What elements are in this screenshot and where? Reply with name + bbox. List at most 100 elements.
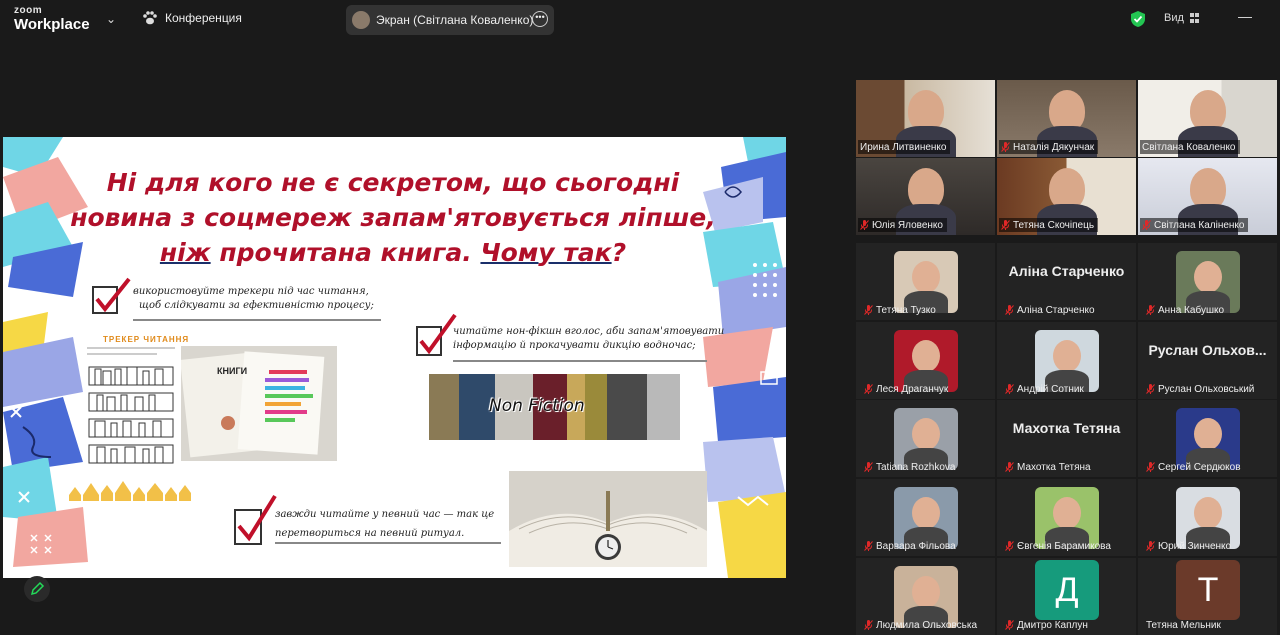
- participant-name: Юлія Яловенко: [872, 219, 943, 231]
- participant-name-label: Tatiana Rozhkova: [862, 460, 960, 474]
- participant-tile[interactable]: Тетяна Скочіпець: [997, 158, 1136, 235]
- participant-name-label: Аліна Старченко: [1003, 303, 1099, 317]
- mic-muted-icon: [1001, 220, 1010, 230]
- participant-name-label: Тетяна Мельник: [1144, 618, 1225, 632]
- participant-tile[interactable]: Ирина Литвиненко: [856, 80, 995, 157]
- tip-1-line-2: щоб слідкувати за ефективністю процесу;: [139, 300, 374, 311]
- participant-name: Світлана Коваленко: [1142, 141, 1236, 153]
- mic-muted-icon: [864, 620, 873, 630]
- tip-trackers: використовуйте трекери під час читання, …: [133, 285, 374, 313]
- shared-screen-slide: Ні для кого не є секретом, що сьогодні н…: [3, 137, 786, 578]
- participant-name: Тетяна Скочіпець: [1013, 219, 1095, 231]
- participant-tile[interactable]: Наталія Дякунчак: [997, 80, 1136, 157]
- participant-display-name: Махотка Тетяна: [1012, 420, 1121, 436]
- meeting-topbar: zoom Workplace ⌄ Конференция Экран (Світ…: [0, 0, 1280, 40]
- participant-name-label: Анна Кабушко: [1144, 303, 1228, 317]
- screen-share-pill[interactable]: Экран (Світлана Коваленко) •••: [346, 5, 554, 35]
- participant-tile[interactable]: Євгенія Барамикова: [997, 479, 1136, 556]
- participant-name: Леся Драганчук: [876, 383, 949, 395]
- share-label: Экран (Світлана Коваленко): [376, 13, 534, 27]
- participant-name: Варвара Фільова: [876, 540, 956, 552]
- book-label: КНИГИ: [217, 366, 248, 376]
- book-watch-image: [509, 471, 707, 567]
- mic-muted-icon: [1005, 384, 1014, 394]
- view-button[interactable]: Вид: [1164, 12, 1184, 24]
- participant-name-label: Світлана Коваленко: [1140, 140, 1240, 154]
- pencil-icon: [30, 581, 45, 596]
- mic-muted-icon: [1142, 220, 1151, 230]
- participant-name: Tatiana Rozhkova: [876, 461, 956, 473]
- tracker-title: ТРЕКЕР ЧИТАННЯ: [103, 335, 190, 344]
- tip-3-line-2: перетвориться на певний ритуал.: [275, 528, 465, 539]
- participant-name-label: Світлана Каліненко: [1140, 218, 1249, 232]
- mic-muted-icon: [1005, 541, 1014, 551]
- participant-tile[interactable]: Аліна Старченко Аліна Старченко: [997, 243, 1136, 320]
- participant-tile[interactable]: Анна Кабушко: [1138, 243, 1277, 320]
- participant-name-label: Дмитро Каплун: [1003, 618, 1092, 632]
- participant-gallery: Ирина Литвиненко Наталія Дякунчак Світлана…: [856, 80, 1278, 635]
- participant-tile[interactable]: Юлія Яловенко: [856, 158, 995, 235]
- tip-3-line-1: завжди читайте у певний час — так це: [275, 509, 495, 520]
- mic-muted-icon: [1005, 462, 1014, 472]
- zoom-logo: zoom Workplace: [14, 5, 90, 33]
- participant-tile[interactable]: Юрий Зинченко: [1138, 479, 1277, 556]
- participant-display-name: Аліна Старченко: [1008, 263, 1125, 279]
- mic-muted-icon: [1146, 462, 1155, 472]
- tip-2-line-1: читайте нон-фікшн вголос, аби запам'ятов…: [453, 326, 725, 337]
- title-part-5: ?: [611, 238, 627, 267]
- participant-tile[interactable]: Людмила Ольховська: [856, 558, 995, 635]
- more-options-icon[interactable]: •••: [532, 11, 548, 27]
- tip-2-underline: [453, 360, 707, 362]
- mic-muted-icon: [1146, 384, 1155, 394]
- logo-line2: Workplace: [14, 16, 90, 33]
- meeting-info-button[interactable]: Конференция: [142, 11, 242, 25]
- participant-name: Сергей Сердюков: [1158, 461, 1241, 473]
- participant-tile[interactable]: Сергей Сердюков: [1138, 400, 1277, 477]
- grid-view-icon[interactable]: [1190, 13, 1199, 23]
- participant-tile[interactable]: Д Дмитро Каплун: [997, 558, 1136, 635]
- participant-tile[interactable]: Тетяна Тузко: [856, 243, 995, 320]
- tip-1-underline: [133, 319, 381, 321]
- participant-name-label: Андрій Сотник: [1003, 382, 1088, 396]
- participant-tile[interactable]: Світлана Каліненко: [1138, 158, 1277, 235]
- participant-name: Ирина Литвиненко: [860, 141, 947, 153]
- participant-tile[interactable]: Махотка Тетяна Махотка Тетяна: [997, 400, 1136, 477]
- title-part-2: ніж: [159, 238, 211, 267]
- participant-name: Руслан Ольховський: [1158, 383, 1255, 395]
- security-shield-icon[interactable]: [1130, 10, 1146, 28]
- mic-muted-icon: [864, 462, 873, 472]
- title-part-1: Ні для кого не є секретом, що сьогодні н…: [70, 168, 716, 232]
- participant-name-label: Людмила Ольховська: [862, 618, 981, 632]
- nonfiction-label: Non Fiction: [489, 396, 585, 416]
- participant-tile[interactable]: Tatiana Rozhkova: [856, 400, 995, 477]
- annotate-pencil-button[interactable]: [24, 576, 50, 602]
- participant-initial-avatar: Т: [1176, 560, 1240, 620]
- book-tracker-photo: КНИГИ: [181, 346, 337, 461]
- participant-tile[interactable]: Т Тетяна Мельник: [1138, 558, 1277, 635]
- mic-muted-icon: [864, 305, 873, 315]
- participant-name-label: Юлія Яловенко: [858, 218, 947, 232]
- participant-name: Наталія Дякунчак: [1013, 141, 1095, 153]
- tip-2-line-2: інформацію й прокачувати дикцію водночас…: [453, 340, 696, 351]
- participant-name: Тетяна Мельник: [1146, 619, 1221, 631]
- logo-line1: zoom: [14, 5, 43, 16]
- mic-muted-icon: [864, 541, 873, 551]
- chevron-down-icon[interactable]: ⌄: [106, 12, 116, 26]
- participant-tile[interactable]: Варвара Фільова: [856, 479, 995, 556]
- participant-tile[interactable]: Леся Драганчук: [856, 322, 995, 399]
- title-part-4: Чому так: [480, 238, 612, 267]
- participant-tile[interactable]: Андрій Сотник: [997, 322, 1136, 399]
- participant-name-label: Леся Драганчук: [862, 382, 952, 396]
- tip-1-line-1: використовуйте трекери під час читання,: [133, 286, 369, 297]
- participant-tile[interactable]: Руслан Ольхов... Руслан Ольховський: [1138, 322, 1277, 399]
- participant-tile[interactable]: Світлана Коваленко: [1138, 80, 1277, 157]
- participant-name-label: Тетяна Скочіпець: [999, 218, 1099, 232]
- minimize-button[interactable]: —: [1238, 8, 1252, 24]
- participant-name-label: Варвара Фільова: [862, 539, 960, 553]
- participant-name: Андрій Сотник: [1017, 383, 1084, 395]
- participant-name: Аліна Старченко: [1017, 304, 1095, 316]
- participant-name-label: Сергей Сердюков: [1144, 460, 1245, 474]
- mic-muted-icon: [1005, 305, 1014, 315]
- participant-name: Дмитро Каплун: [1017, 619, 1088, 631]
- tip-3-underline: [275, 542, 501, 544]
